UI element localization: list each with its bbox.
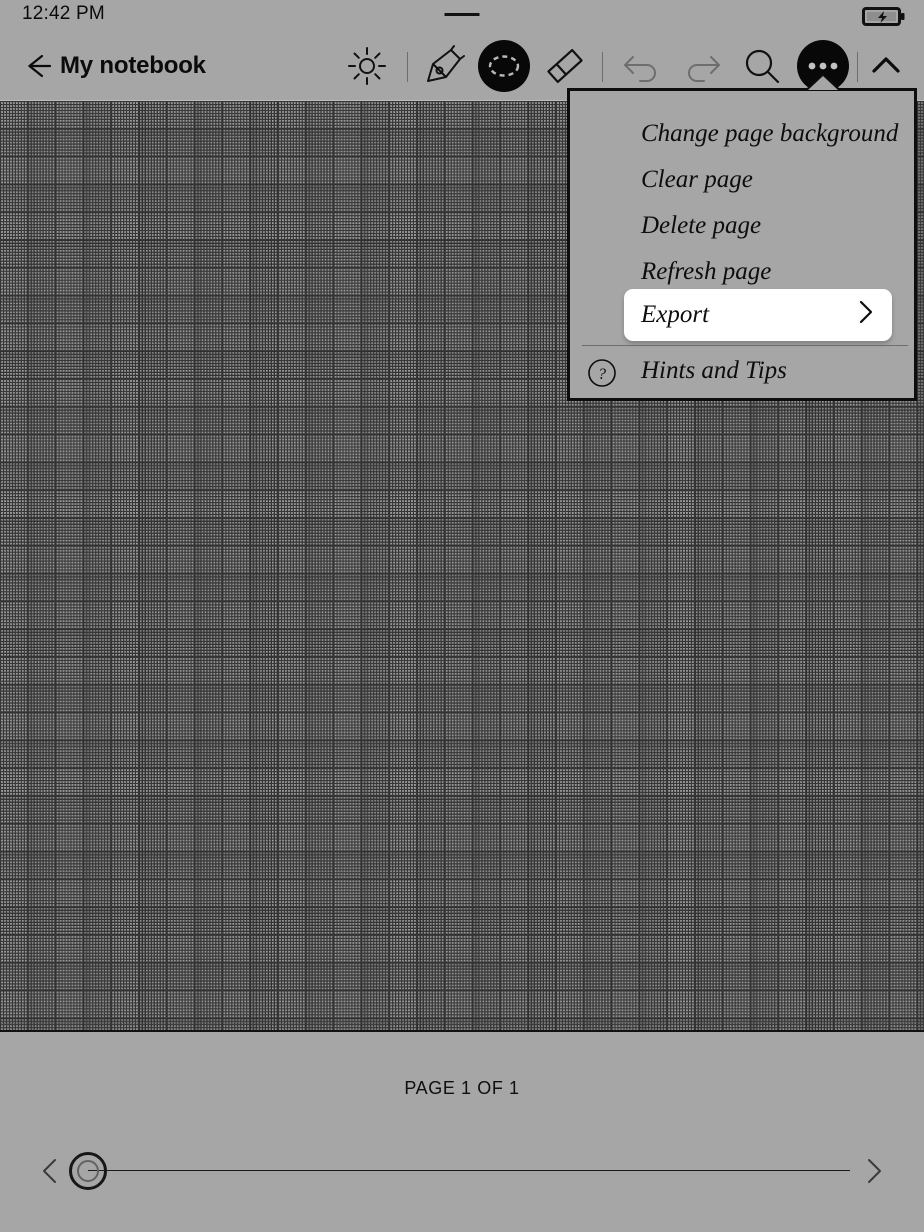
back-arrow-icon[interactable] bbox=[22, 50, 54, 82]
redo-icon[interactable] bbox=[676, 40, 728, 92]
menu-item-export-label: Export bbox=[641, 301, 710, 328]
svg-text:?: ? bbox=[598, 366, 606, 383]
toolbar-divider-3 bbox=[857, 52, 858, 82]
eraser-icon[interactable] bbox=[539, 40, 591, 92]
search-icon[interactable] bbox=[736, 40, 788, 92]
chevron-right-icon[interactable] bbox=[862, 1157, 886, 1185]
chevron-up-icon[interactable] bbox=[860, 40, 912, 92]
toolbar-divider-1 bbox=[407, 52, 408, 82]
menu-pointer bbox=[808, 76, 838, 90]
chevron-right-icon bbox=[856, 299, 876, 332]
status-time: 12:42 PM bbox=[22, 3, 105, 24]
menu-divider bbox=[582, 345, 908, 346]
menu-item-hints-label: Hints and Tips bbox=[641, 357, 787, 384]
status-bar: 12:42 PM bbox=[0, 0, 924, 32]
lasso-select-icon[interactable] bbox=[478, 40, 530, 92]
brightness-icon[interactable] bbox=[341, 40, 393, 92]
pen-icon[interactable] bbox=[418, 40, 470, 92]
menu-item-change-page-background[interactable]: Change page background bbox=[570, 111, 920, 157]
menu-item-delete-page[interactable]: Delete page bbox=[570, 203, 920, 249]
undo-icon[interactable] bbox=[616, 40, 668, 92]
menu-item-clear-page[interactable]: Clear page bbox=[570, 157, 920, 203]
page-title: My notebook bbox=[60, 52, 206, 79]
chevron-left-icon[interactable] bbox=[38, 1157, 62, 1185]
menu-item-export[interactable]: Export bbox=[624, 289, 892, 341]
menu-item-hints-and-tips[interactable]: ? Hints and Tips bbox=[570, 348, 920, 394]
page-slider-handle[interactable] bbox=[69, 1152, 107, 1190]
battery-charging-icon bbox=[862, 6, 906, 27]
toolbar-divider-2 bbox=[602, 52, 603, 82]
page-slider-track[interactable] bbox=[88, 1170, 850, 1171]
question-mark-circle-icon: ? bbox=[587, 358, 617, 388]
more-options-menu: Change page background Clear page Delete… bbox=[567, 88, 917, 401]
page-indicator: PAGE 1 OF 1 bbox=[404, 1078, 520, 1098]
page-slider bbox=[0, 1146, 924, 1196]
drag-handle-icon[interactable] bbox=[444, 13, 480, 16]
